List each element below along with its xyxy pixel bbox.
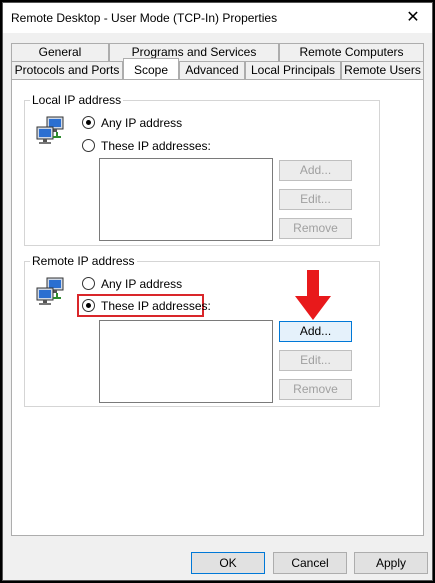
radio-button[interactable] <box>82 277 95 290</box>
cancel-button[interactable]: Cancel <box>273 552 347 574</box>
tab-label: Local Principals <box>250 63 336 77</box>
remote-edit-button[interactable]: Edit... <box>279 350 352 371</box>
local-add-button[interactable]: Add... <box>279 160 352 181</box>
tab-protocols-and-ports[interactable]: Protocols and Ports <box>11 61 123 79</box>
window-title: Remote Desktop - User Mode (TCP-In) Prop… <box>11 11 278 25</box>
local-remove-button[interactable]: Remove <box>279 218 352 239</box>
tab-advanced[interactable]: Advanced <box>179 61 245 79</box>
radio-label: Any IP address <box>101 277 183 291</box>
tab-scope[interactable]: Scope <box>123 58 179 79</box>
tab-remote-users[interactable]: Remote Users <box>341 61 424 79</box>
tab-label: General <box>38 45 82 59</box>
tab-label: Protocols and Ports <box>14 63 120 77</box>
network-computers-icon <box>36 116 64 144</box>
remote-add-button[interactable]: Add... <box>279 321 352 342</box>
radio-button[interactable] <box>82 116 95 129</box>
tab-label: Advanced <box>185 63 239 77</box>
tab-remote-computers[interactable]: Remote Computers <box>279 43 424 61</box>
tab-label: Programs and Services <box>131 45 257 59</box>
radio-selected-dot <box>86 303 91 308</box>
close-icon[interactable]: ✕ <box>402 7 424 29</box>
ok-button[interactable]: OK <box>191 552 265 574</box>
apply-button[interactable]: Apply <box>354 552 428 574</box>
title-bar: Remote Desktop - User Mode (TCP-In) Prop… <box>3 3 432 33</box>
local-ip-listbox[interactable] <box>99 158 273 241</box>
radio-label: Any IP address <box>101 116 183 130</box>
tab-local-principals[interactable]: Local Principals <box>245 61 341 79</box>
tab-general[interactable]: General <box>11 43 109 61</box>
tab-label: Remote Users <box>344 63 421 77</box>
local-edit-button[interactable]: Edit... <box>279 189 352 210</box>
network-computers-icon <box>36 277 64 305</box>
down-arrow-icon <box>295 270 331 320</box>
tab-label: Scope <box>133 63 169 77</box>
radio-button[interactable] <box>82 299 95 312</box>
remote-ip-listbox[interactable] <box>99 320 273 403</box>
properties-dialog: Remote Desktop - User Mode (TCP-In) Prop… <box>2 2 433 581</box>
scope-tab-panel: Local IP address Any IP address These IP… <box>11 79 424 536</box>
tab-label: Remote Computers <box>299 45 404 59</box>
radio-label: These IP addresses: <box>101 299 211 313</box>
radio-button[interactable] <box>82 139 95 152</box>
radio-selected-dot <box>86 120 91 125</box>
remote-remove-button[interactable]: Remove <box>279 379 352 400</box>
remote-ip-group-label: Remote IP address <box>30 254 137 268</box>
local-ip-group: Local IP address Any IP address These IP… <box>24 93 380 246</box>
local-ip-group-label: Local IP address <box>30 93 124 107</box>
radio-label: These IP addresses: <box>101 139 211 153</box>
